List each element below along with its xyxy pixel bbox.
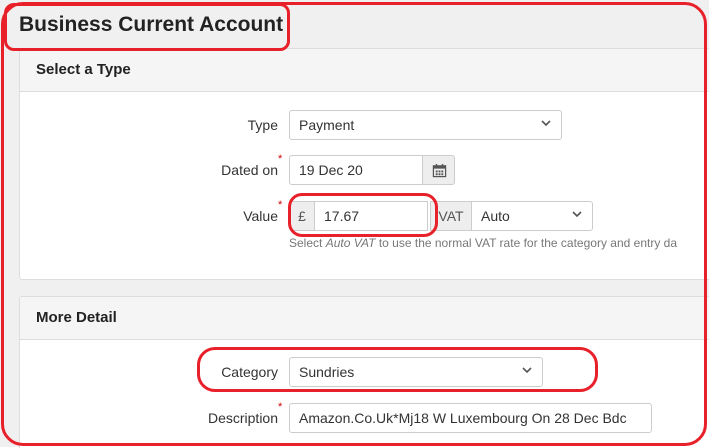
more-detail-header: More Detail [20,297,709,340]
amount-input-value: 17.67 [324,208,360,224]
page-title: Business Current Account [19,13,284,36]
calendar-icon [432,163,447,178]
currency-symbol: £ [298,208,306,224]
value-label: Value [243,208,278,224]
description-input-value: Amazon.Co.Uk*Mj18 W Luxembourg On 28 Dec… [299,410,627,426]
amount-input[interactable]: 17.67 [314,201,428,231]
vat-help-prefix: Select [289,236,326,250]
category-select-value: Sundries [299,364,355,380]
dated-on-required-marker: * [278,153,283,165]
page-header: Business Current Account [0,0,709,48]
vat-addon: VAT [430,201,472,231]
currency-addon: £ [289,201,315,231]
description-label: Description [207,410,278,426]
category-label: Category [221,364,278,380]
chevron-down-icon [541,120,551,127]
select-type-header: Select a Type [20,49,709,92]
type-select[interactable]: Payment [289,110,562,140]
dated-on-label: Dated on [221,162,278,178]
chevron-down-icon [522,367,532,374]
category-select[interactable]: Sundries [289,357,543,387]
vat-help-text: Select Auto VAT to use the normal VAT ra… [289,236,677,250]
select-type-panel: Select a Type Type Payment Dated on * 19… [19,48,709,280]
select-type-title: Select a Type [36,61,131,78]
more-detail-title: More Detail [36,309,117,326]
vat-help-suffix: to use the normal VAT rate for the categ… [375,236,677,250]
date-input-value: 19 Dec 20 [299,162,363,178]
vat-help-emphasis: Auto VAT [325,236,376,250]
vat-label: VAT [438,208,464,224]
description-required-marker: * [278,401,283,413]
vat-select[interactable]: Auto [471,201,593,231]
more-detail-panel: More Detail Category Sundries Descriptio… [19,296,709,448]
calendar-button[interactable] [422,155,455,185]
date-input[interactable]: 19 Dec 20 [289,155,423,185]
type-label: Type [247,117,278,133]
description-input[interactable]: Amazon.Co.Uk*Mj18 W Luxembourg On 28 Dec… [289,403,652,433]
chevron-down-icon [572,211,582,218]
value-required-marker: * [278,199,283,211]
vat-select-value: Auto [481,208,510,224]
type-select-value: Payment [299,117,355,133]
